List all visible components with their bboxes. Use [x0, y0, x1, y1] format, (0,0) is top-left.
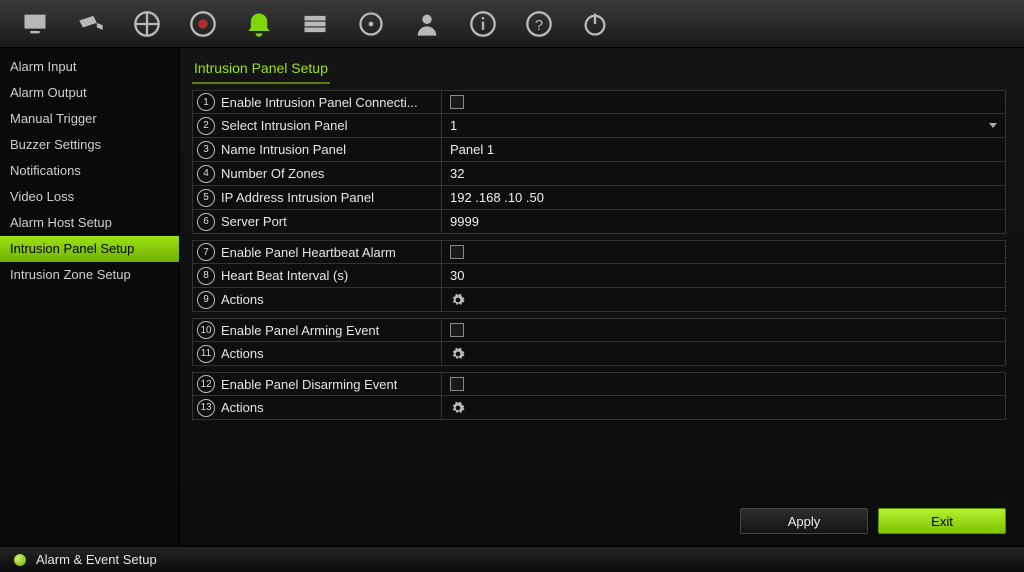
form-row-10: 10 Enable Panel Arming Event	[192, 318, 1006, 342]
form-row-11: 11 Actions	[192, 342, 1006, 366]
monitor-icon[interactable]	[8, 4, 62, 44]
checkbox-input[interactable]	[450, 323, 464, 337]
row-label-text: Actions	[221, 292, 264, 307]
row-label: 6 Server Port	[193, 210, 441, 233]
help-icon[interactable]: ?	[512, 4, 566, 44]
sidebar-item-buzzer-settings[interactable]: Buzzer Settings	[0, 132, 179, 158]
row-number: 10	[197, 321, 215, 339]
row-label-text: IP Address Intrusion Panel	[221, 190, 374, 205]
user-icon[interactable]	[400, 4, 454, 44]
apply-button[interactable]: Apply	[740, 508, 868, 534]
row-label-text: Enable Panel Disarming Event	[221, 377, 397, 392]
row-label: 3 Name Intrusion Panel	[193, 138, 441, 161]
row-number: 7	[197, 243, 215, 261]
row-number: 4	[197, 165, 215, 183]
button-bar: Apply Exit	[740, 508, 1006, 534]
row-label-text: Server Port	[221, 214, 287, 229]
row-label-text: Actions	[221, 346, 264, 361]
select-input[interactable]: 1	[441, 114, 1005, 137]
row-label: 4 Number Of Zones	[193, 162, 441, 185]
info-icon[interactable]	[456, 4, 510, 44]
footer: Alarm & Event Setup	[0, 546, 1024, 572]
sidebar-item-alarm-input[interactable]: Alarm Input	[0, 54, 179, 80]
row-number: 1	[197, 93, 215, 111]
record-icon[interactable]	[176, 4, 230, 44]
sidebar-item-alarm-host-setup[interactable]: Alarm Host Setup	[0, 210, 179, 236]
row-label-text: Select Intrusion Panel	[221, 118, 347, 133]
row-label-text: Enable Intrusion Panel Connecti...	[221, 95, 418, 110]
row-number: 6	[197, 213, 215, 231]
checkbox-input[interactable]	[450, 377, 464, 391]
row-number: 12	[197, 375, 215, 393]
sidebar-item-intrusion-panel-setup[interactable]: Intrusion Panel Setup	[0, 236, 179, 262]
main: Intrusion Panel Setup 1 Enable Intrusion …	[180, 48, 1024, 546]
svg-text:?: ?	[535, 16, 543, 33]
hdd-icon[interactable]	[344, 4, 398, 44]
row-label-text: Actions	[221, 400, 264, 415]
row-label: 9 Actions	[193, 288, 441, 311]
storage-icon[interactable]	[288, 4, 342, 44]
form-row-7: 7 Enable Panel Heartbeat Alarm	[192, 240, 1006, 264]
row-number: 8	[197, 267, 215, 285]
row-label-text: Heart Beat Interval (s)	[221, 268, 348, 283]
form-row-1: 1 Enable Intrusion Panel Connecti...	[192, 90, 1006, 114]
sidebar-item-alarm-output[interactable]: Alarm Output	[0, 80, 179, 106]
sidebar-item-intrusion-zone-setup[interactable]: Intrusion Zone Setup	[0, 262, 179, 288]
form-row-5: 5 IP Address Intrusion Panel 192 .168 .10 …	[192, 186, 1006, 210]
row-label-text: Name Intrusion Panel	[221, 142, 346, 157]
row-number: 5	[197, 189, 215, 207]
form-row-2: 2 Select Intrusion Panel 1	[192, 114, 1006, 138]
exit-button[interactable]: Exit	[878, 508, 1006, 534]
text-input[interactable]: 32	[441, 162, 1005, 185]
form-row-9: 9 Actions	[192, 288, 1006, 312]
row-label-text: Enable Panel Heartbeat Alarm	[221, 245, 396, 260]
row-label: 8 Heart Beat Interval (s)	[193, 264, 441, 287]
form-row-3: 3 Name Intrusion Panel Panel 1	[192, 138, 1006, 162]
sidebar: Alarm Input Alarm Output Manual Trigger …	[0, 48, 180, 546]
power-icon[interactable]	[568, 4, 622, 44]
checkbox-input[interactable]	[450, 245, 464, 259]
form-row-8: 8 Heart Beat Interval (s) 30	[192, 264, 1006, 288]
form-row-4: 4 Number Of Zones 32	[192, 162, 1006, 186]
topbar: ?	[0, 0, 1024, 48]
form-row-12: 12 Enable Panel Disarming Event	[192, 372, 1006, 396]
text-input[interactable]: Panel 1	[441, 138, 1005, 161]
settings-form: 1 Enable Intrusion Panel Connecti... 2 Sele…	[192, 90, 1006, 546]
alarm-icon[interactable]	[232, 4, 286, 44]
row-label: 10 Enable Panel Arming Event	[193, 319, 441, 341]
row-number: 13	[197, 399, 215, 417]
row-label: 7 Enable Panel Heartbeat Alarm	[193, 241, 441, 263]
row-label: 11 Actions	[193, 342, 441, 365]
row-label: 2 Select Intrusion Panel	[193, 114, 441, 137]
gear-icon[interactable]	[450, 400, 466, 416]
footer-label: Alarm & Event Setup	[36, 552, 157, 567]
row-number: 2	[197, 117, 215, 135]
checkbox-input[interactable]	[450, 95, 464, 109]
text-input[interactable]: 30	[441, 264, 1005, 287]
row-number: 11	[197, 345, 215, 363]
gear-icon[interactable]	[450, 292, 466, 308]
row-label: 1 Enable Intrusion Panel Connecti...	[193, 91, 441, 113]
status-dot-icon	[14, 554, 26, 566]
page-title: Intrusion Panel Setup	[192, 56, 330, 84]
row-label: 12 Enable Panel Disarming Event	[193, 373, 441, 395]
text-input[interactable]: 192 .168 .10 .50	[441, 186, 1005, 209]
text-input[interactable]: 9999	[441, 210, 1005, 233]
row-number: 3	[197, 141, 215, 159]
row-label: 5 IP Address Intrusion Panel	[193, 186, 441, 209]
row-label: 13 Actions	[193, 396, 441, 419]
form-row-13: 13 Actions	[192, 396, 1006, 420]
row-number: 9	[197, 291, 215, 309]
row-label-text: Number Of Zones	[221, 166, 324, 181]
gear-icon[interactable]	[450, 346, 466, 362]
row-label-text: Enable Panel Arming Event	[221, 323, 379, 338]
grid-icon[interactable]	[120, 4, 174, 44]
camera-icon[interactable]	[64, 4, 118, 44]
sidebar-item-video-loss[interactable]: Video Loss	[0, 184, 179, 210]
sidebar-item-notifications[interactable]: Notifications	[0, 158, 179, 184]
form-row-6: 6 Server Port 9999	[192, 210, 1006, 234]
sidebar-item-manual-trigger[interactable]: Manual Trigger	[0, 106, 179, 132]
